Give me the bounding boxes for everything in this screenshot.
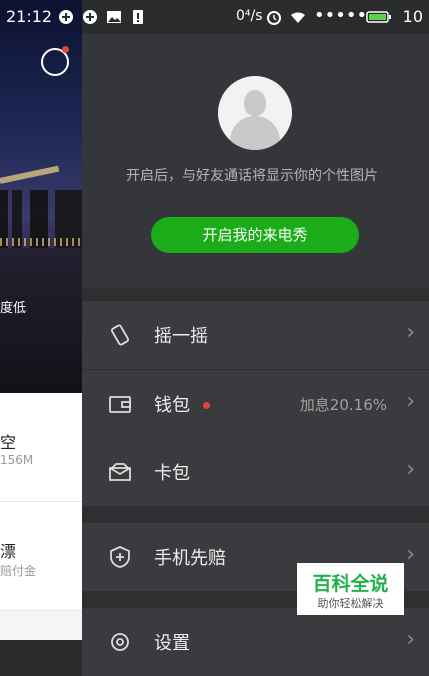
notification-dot <box>62 46 69 53</box>
card-package-icon <box>109 463 131 481</box>
avatar-head <box>244 90 266 116</box>
enable-caller-show-button[interactable]: 开启我的来电秀 <box>151 217 359 253</box>
list-item-title: 漂 <box>0 542 17 561</box>
menu-item-label: 设置 <box>154 633 190 654</box>
menu-item-wallet[interactable]: 钱包 加息20.16% › <box>82 370 429 438</box>
wallet-interest-text: 加息20.16% <box>299 396 387 414</box>
menu-item-settings[interactable]: 设置 › <box>82 608 429 676</box>
menu-item-label: 手机先赔 <box>154 548 226 569</box>
sync-icon <box>59 10 73 24</box>
profile-section: 开启后，与好友通话将显示你的个性图片 开启我的来电秀 <box>82 34 429 288</box>
wallet-icon <box>109 396 131 413</box>
sync-icon <box>83 10 97 24</box>
bridge-shape <box>0 165 60 184</box>
status-bar: 21:12 0⁴/s ••••• 10 <box>0 0 429 34</box>
side-drawer: 开启后，与好友通话将显示你的个性图片 开启我的来电秀 摇一摇 › 钱包 加息20… <box>82 34 429 676</box>
menu-item-label: 钱包 <box>154 395 190 416</box>
signal-dots: ••••• <box>314 5 368 26</box>
water-reflection <box>0 248 82 393</box>
alarm-icon <box>267 11 281 25</box>
caller-show-description: 开启后，与好友通话将显示你的个性图片 <box>126 168 378 184</box>
default-avatar-icon[interactable] <box>218 76 292 150</box>
list-item[interactable]: 漂 赔付金 <box>0 502 82 611</box>
watermark-logo: 百科全说 助你轻松解决 <box>297 563 404 615</box>
avatar-body <box>230 116 280 150</box>
list-item-subtitle: 赔付金 <box>0 564 37 578</box>
chevron-right-icon: › <box>406 389 415 414</box>
menu-item-label: 摇一摇 <box>154 326 208 347</box>
gear-icon <box>111 633 129 651</box>
shield-icon <box>110 546 130 568</box>
chevron-right-icon: › <box>406 320 415 345</box>
shake-icon <box>111 324 129 346</box>
status-time: 21:12 <box>6 7 53 26</box>
watermark-title: 百科全说 <box>312 573 389 595</box>
menu-item-card-package[interactable]: 卡包 › <box>82 438 429 506</box>
wallet-badge <box>203 402 210 409</box>
partial-weather-text: 度低 <box>0 301 27 316</box>
city-lights <box>0 238 82 246</box>
menu-item-label: 卡包 <box>154 463 190 484</box>
wifi-icon <box>291 12 305 23</box>
image-icon <box>107 11 121 23</box>
alert-icon <box>133 10 143 24</box>
network-speed: 0⁴/s <box>236 8 263 24</box>
chevron-right-icon: › <box>406 542 415 567</box>
watermark-subtitle: 助你轻松解决 <box>317 597 384 610</box>
battery-level: 10 <box>402 7 423 26</box>
list-item-title: 空 <box>0 433 17 452</box>
battery-icon <box>366 11 391 23</box>
background-page: 度低 空 156M 漂 赔付金 <box>0 0 82 640</box>
list-item[interactable]: 空 156M <box>0 393 82 502</box>
menu-item-shake[interactable]: 摇一摇 › <box>82 301 429 369</box>
list-item-subtitle: 156M <box>0 453 34 467</box>
chevron-right-icon: › <box>406 457 415 482</box>
